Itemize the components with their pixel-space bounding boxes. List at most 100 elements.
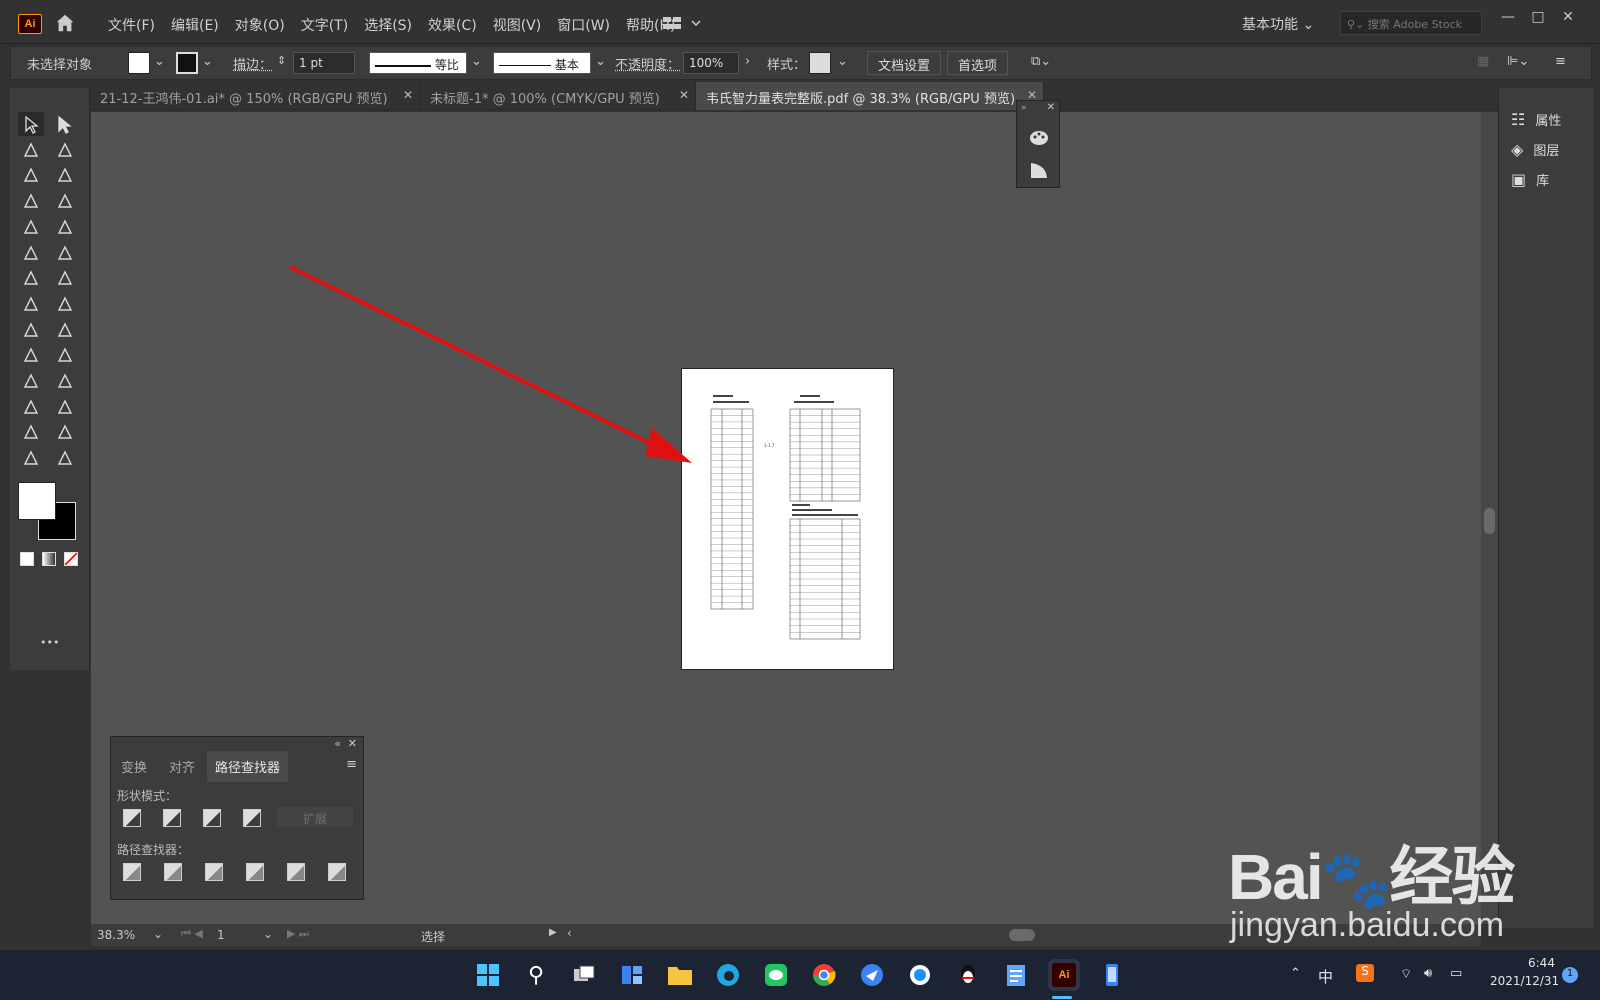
close-icon[interactable]: ✕ [348,737,357,750]
chevron-down-icon[interactable]: ⌄ [595,54,606,69]
opacity-field[interactable]: 100% [683,52,739,74]
chat-app-icon[interactable] [904,959,936,991]
first-page-icon[interactable]: ⏮ ◀ [181,927,203,941]
search-icon[interactable]: ⚲ [520,959,552,991]
paintbrush-tool-icon[interactable] [52,215,78,239]
artboard-page[interactable]: 1-1.7 [681,368,894,670]
menu-view[interactable]: 视图(V) [485,12,550,38]
stock-search-input[interactable]: ⚲⌄ 搜索 Adobe Stock [1340,11,1482,35]
minus-back-icon[interactable] [328,863,346,881]
pen-tool-icon[interactable] [18,163,44,187]
blend-tool-icon[interactable] [52,369,78,393]
file-explorer-icon[interactable] [664,959,696,991]
menu-edit[interactable]: 编辑(E) [163,12,227,38]
stroke-profile-select[interactable]: 等比 [369,52,467,74]
document-setup-button[interactable]: 文档设置 [867,51,942,75]
edge-icon[interactable] [712,959,744,991]
notification-badge[interactable]: 1 [1562,967,1578,983]
task-view-icon[interactable] [568,959,600,991]
clock-date[interactable]: 2021/12/31 [1490,974,1559,988]
feishu-icon[interactable] [856,959,888,991]
unite-icon[interactable] [123,809,141,827]
phone-link-icon[interactable] [1096,959,1128,991]
gradient-icon[interactable] [1028,159,1050,181]
line-segment-tool-icon[interactable] [52,189,78,213]
menu-object[interactable]: 对象(O) [227,12,293,38]
maximize-icon[interactable]: □ [1528,9,1548,29]
shaper-tool-icon[interactable] [18,241,44,265]
illustrator-taskbar-icon[interactable]: Ai [1048,959,1080,991]
gradient-mode-icon[interactable] [42,552,56,566]
arrange-documents-icon[interactable] [662,15,702,31]
slice-tool-icon[interactable] [52,420,78,444]
zoom-level[interactable]: 38.3% [97,928,135,942]
edit-toolbar-icon[interactable]: ••• [40,636,59,649]
stroke-weight-field[interactable]: 1 pt [293,52,355,74]
exclude-icon[interactable] [243,809,261,827]
widgets-icon[interactable] [616,959,648,991]
stepper-icon[interactable]: ⇕ [277,54,286,67]
trim-icon[interactable] [164,863,182,881]
chevron-down-icon[interactable]: ⌄ [837,54,848,69]
volume-icon[interactable]: 🔊︎ [1424,966,1432,981]
curvature-tool-icon[interactable] [52,163,78,187]
menu-type[interactable]: 文字(T) [293,12,356,38]
scale-tool-icon[interactable] [52,266,78,290]
shape-builder-tool-icon[interactable] [18,318,44,342]
chevron-down-icon[interactable]: ⌄ [153,927,163,941]
menu-file[interactable]: 文件(F) [100,12,163,38]
collapse-icon[interactable]: » [1021,103,1027,113]
properties-panel-button[interactable]: ☷ 属性 [1511,110,1561,129]
minus-front-icon[interactable] [163,809,181,827]
home-icon[interactable] [54,12,76,34]
symbol-sprayer-tool-icon[interactable] [18,395,44,419]
notepad-icon[interactable] [1000,959,1032,991]
divide-icon[interactable] [123,863,141,881]
style-swatch[interactable] [809,52,831,74]
wechat-icon[interactable] [760,959,792,991]
merge-icon[interactable] [205,863,223,881]
libraries-panel-button[interactable]: ▣ 库 [1511,170,1549,189]
tab-document-2[interactable]: 未标题-1* @ 100% (CMYK/GPU 预览) ✕ [420,82,696,110]
column-graph-tool-icon[interactable] [52,395,78,419]
fill-swatch[interactable] [128,52,150,74]
expand-button[interactable]: 扩展 [277,807,353,827]
chevron-down-icon[interactable]: ⌄ [471,54,482,69]
eraser-tool-icon[interactable] [52,241,78,265]
close-icon[interactable]: ✕ [679,88,689,102]
last-page-icon[interactable]: ▶ ⏭ [287,927,309,941]
vertical-scrollbar[interactable] [1481,112,1498,924]
mesh-tool-icon[interactable] [18,343,44,367]
hand-tool-icon[interactable] [18,446,44,470]
arrange-icon[interactable]: ⧉⌄ [1031,54,1051,69]
eyedropper-tool-icon[interactable] [18,369,44,393]
lasso-tool-icon[interactable] [52,138,78,162]
play-icon[interactable]: ▶ [549,927,557,938]
chevron-up-icon[interactable]: ⌃ [1290,966,1301,981]
type-tool-icon[interactable] [18,189,44,213]
scroll-thumb[interactable] [1484,508,1495,534]
menu-select[interactable]: 选择(S) [356,12,420,38]
close-icon[interactable]: ✕ [1047,102,1055,113]
fill-color-swatch[interactable] [18,482,56,520]
direct-selection-tool-icon[interactable] [52,112,78,136]
color-palette-icon[interactable] [1028,127,1050,149]
close-icon[interactable]: ✕ [403,88,413,102]
gradient-tool-icon[interactable] [52,343,78,367]
collapse-icon[interactable]: « [334,737,341,750]
brush-select[interactable]: 基本 [493,52,591,74]
crop-icon[interactable] [246,863,264,881]
ellipse-tool-icon[interactable] [18,215,44,239]
stroke-swatch[interactable] [176,52,198,74]
minimize-icon[interactable]: — [1498,9,1518,29]
align-icon[interactable]: ⊫⌄ [1507,54,1529,69]
outline-icon[interactable] [287,863,305,881]
scroll-left-icon[interactable]: ‹ [567,926,572,940]
windows-start-icon[interactable] [472,959,504,991]
tab-align[interactable]: 对齐 [161,751,203,782]
layers-panel-button[interactable]: ◈ 图层 [1511,140,1559,159]
ime-indicator[interactable]: 中 [1318,966,1333,987]
panel-menu-icon[interactable]: ≡ [346,757,357,772]
preferences-button[interactable]: 首选项 [947,51,1009,75]
width-tool-icon[interactable] [18,292,44,316]
